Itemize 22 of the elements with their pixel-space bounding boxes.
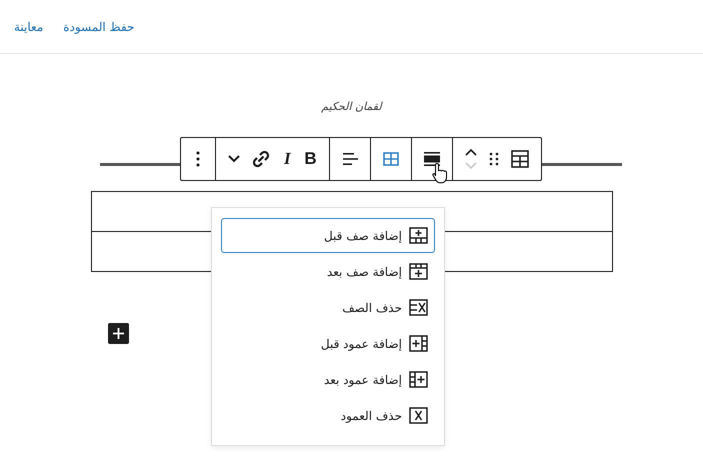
plus-icon — [113, 328, 124, 339]
table-add-icon — [409, 335, 428, 352]
add-block-button[interactable] — [108, 323, 129, 344]
table-icon — [510, 150, 529, 168]
table-icon — [382, 152, 399, 166]
link-icon — [252, 150, 270, 168]
italic-button[interactable]: I — [276, 141, 298, 177]
table-add-icon — [409, 227, 428, 244]
drag-handle-icon — [488, 152, 499, 166]
align-left-icon — [342, 151, 358, 167]
table-add-icon — [409, 263, 428, 280]
table-add-icon — [409, 371, 428, 388]
quote-citation: لقمان الحكيم — [321, 100, 382, 113]
header-link[interactable]: حفظ المسودة — [63, 20, 134, 34]
table-delete-icon — [409, 407, 428, 424]
bold-button[interactable]: B — [298, 141, 323, 177]
header-link[interactable]: معاينة — [14, 20, 44, 34]
menu-item[interactable]: إضافة صف قبل — [221, 218, 435, 253]
chevron-down-icon — [228, 155, 240, 163]
full-width-icon — [424, 151, 440, 167]
table-delete-icon — [409, 299, 428, 316]
more-icon — [196, 151, 200, 167]
